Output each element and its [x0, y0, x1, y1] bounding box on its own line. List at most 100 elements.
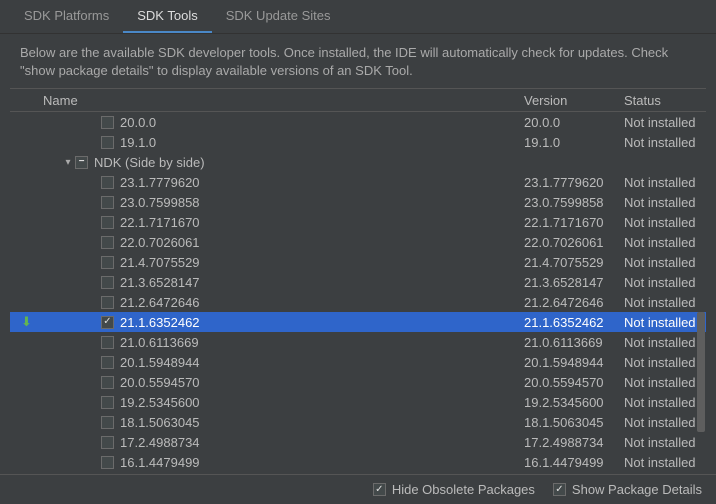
row-checkbox[interactable] — [101, 396, 114, 409]
table-row[interactable]: 22.0.702606122.0.7026061Not installed — [10, 232, 706, 252]
table-row[interactable]: 21.2.647264621.2.6472646Not installed — [10, 292, 706, 312]
row-version: 21.3.6528147 — [516, 272, 616, 292]
row-version: 23.1.7779620 — [516, 172, 616, 192]
table-row[interactable]: 19.2.534560019.2.5345600Not installed — [10, 392, 706, 412]
row-status: Not installed — [616, 432, 706, 452]
table-row[interactable]: 19.1.019.1.0Not installed — [10, 132, 706, 152]
row-name-label: 23.0.7599858 — [120, 195, 200, 210]
table-row[interactable]: 21.4.707552921.4.7075529Not installed — [10, 252, 706, 272]
table-row[interactable]: 20.0.020.0.0Not installed — [10, 112, 706, 132]
row-status: Not installed — [616, 332, 706, 352]
row-checkbox[interactable] — [75, 156, 88, 169]
footer-bar: Hide Obsolete Packages Show Package Deta… — [0, 474, 716, 504]
scrollbar[interactable] — [696, 112, 706, 472]
hide-obsolete-checkbox[interactable] — [373, 483, 386, 496]
tab-sdk-tools[interactable]: SDK Tools — [123, 0, 211, 33]
row-status: Not installed — [616, 192, 706, 212]
row-status: Not installed — [616, 392, 706, 412]
row-version: 18.1.5063045 — [516, 412, 616, 432]
table-body: 20.0.020.0.0Not installed19.1.019.1.0Not… — [10, 112, 706, 472]
row-checkbox[interactable] — [101, 316, 114, 329]
row-status: Not installed — [616, 292, 706, 312]
row-status: Not installed — [616, 212, 706, 232]
row-checkbox[interactable] — [101, 416, 114, 429]
row-checkbox[interactable] — [101, 296, 114, 309]
table-row[interactable]: 21.3.652814721.3.6528147Not installed — [10, 272, 706, 292]
table-row[interactable]: 22.1.717167022.1.7171670Not installed — [10, 212, 706, 232]
row-name-label: 20.1.5948944 — [120, 355, 200, 370]
table-row[interactable]: 21.0.611366921.0.6113669Not installed — [10, 332, 706, 352]
row-status: Not installed — [616, 252, 706, 272]
row-version: 22.0.7026061 — [516, 232, 616, 252]
row-checkbox[interactable] — [101, 216, 114, 229]
row-version: 22.1.7171670 — [516, 212, 616, 232]
row-name-label: 20.0.5594570 — [120, 375, 200, 390]
row-version: 20.1.5948944 — [516, 352, 616, 372]
table-header: Name Version Status — [10, 88, 706, 112]
row-name-label: 16.1.4479499 — [120, 455, 200, 470]
row-checkbox[interactable] — [101, 456, 114, 469]
row-checkbox[interactable] — [101, 116, 114, 129]
tree-group-row[interactable]: ▾ NDK (Side by side) — [10, 152, 706, 172]
row-status: Not installed — [616, 132, 706, 152]
row-version: 19.2.5345600 — [516, 392, 616, 412]
row-version: 21.4.7075529 — [516, 252, 616, 272]
row-status: Not installed — [616, 232, 706, 252]
row-version: 21.2.6472646 — [516, 292, 616, 312]
row-checkbox[interactable] — [101, 336, 114, 349]
row-status: Not installed — [616, 452, 706, 472]
chevron-down-icon[interactable]: ▾ — [61, 157, 75, 168]
row-version: 23.0.7599858 — [516, 192, 616, 212]
row-name-label: 21.0.6113669 — [120, 335, 199, 350]
tab-sdk-update-sites[interactable]: SDK Update Sites — [212, 0, 345, 33]
row-status: Not installed — [616, 172, 706, 192]
hide-obsolete-label: Hide Obsolete Packages — [392, 482, 535, 497]
row-name-label: 21.1.6352462 — [120, 315, 200, 330]
row-checkbox[interactable] — [101, 276, 114, 289]
column-header-name[interactable]: Name — [43, 89, 516, 111]
table-row[interactable]: 23.0.759985823.0.7599858Not installed — [10, 192, 706, 212]
table-row[interactable]: ⬇21.1.635246221.1.6352462Not installed — [10, 312, 706, 332]
table-row[interactable]: 18.1.506304518.1.5063045Not installed — [10, 412, 706, 432]
row-version — [516, 152, 616, 172]
table-row[interactable]: 20.1.594894420.1.5948944Not installed — [10, 352, 706, 372]
scrollbar-thumb[interactable] — [697, 312, 705, 432]
row-name-label: NDK (Side by side) — [94, 155, 205, 170]
row-version: 19.1.0 — [516, 132, 616, 152]
table-row[interactable]: 23.1.777962023.1.7779620Not installed — [10, 172, 706, 192]
tab-sdk-platforms[interactable]: SDK Platforms — [10, 0, 123, 33]
row-version: 20.0.5594570 — [516, 372, 616, 392]
row-name-label: 17.2.4988734 — [120, 435, 200, 450]
column-header-status[interactable]: Status — [616, 89, 706, 111]
row-name-label: 18.1.5063045 — [120, 415, 200, 430]
row-checkbox[interactable] — [101, 436, 114, 449]
column-header-version[interactable]: Version — [516, 89, 616, 111]
show-package-details-option[interactable]: Show Package Details — [553, 482, 702, 497]
row-checkbox[interactable] — [101, 176, 114, 189]
table-row[interactable]: 17.2.498873417.2.4988734Not installed — [10, 432, 706, 452]
row-version: 17.2.4988734 — [516, 432, 616, 452]
row-name-label: 20.0.0 — [120, 115, 156, 130]
row-status — [616, 152, 706, 172]
row-name-label: 19.2.5345600 — [120, 395, 200, 410]
row-status: Not installed — [616, 372, 706, 392]
row-status: Not installed — [616, 312, 706, 332]
show-package-details-label: Show Package Details — [572, 482, 702, 497]
row-checkbox[interactable] — [101, 136, 114, 149]
hide-obsolete-option[interactable]: Hide Obsolete Packages — [373, 482, 535, 497]
row-name-label: 23.1.7779620 — [120, 175, 200, 190]
row-version: 21.0.6113669 — [516, 332, 616, 352]
table-row[interactable]: 16.1.447949916.1.4479499Not installed — [10, 452, 706, 472]
row-checkbox[interactable] — [101, 196, 114, 209]
row-name-label: 22.0.7026061 — [120, 235, 200, 250]
row-name-label: 21.4.7075529 — [120, 255, 200, 270]
row-checkbox[interactable] — [101, 356, 114, 369]
show-package-details-checkbox[interactable] — [553, 483, 566, 496]
row-name-label: 22.1.7171670 — [120, 215, 200, 230]
row-name-label: 19.1.0 — [120, 135, 156, 150]
row-checkbox[interactable] — [101, 236, 114, 249]
table-row[interactable]: 20.0.559457020.0.5594570Not installed — [10, 372, 706, 392]
row-checkbox[interactable] — [101, 256, 114, 269]
row-checkbox[interactable] — [101, 376, 114, 389]
row-status: Not installed — [616, 112, 706, 132]
